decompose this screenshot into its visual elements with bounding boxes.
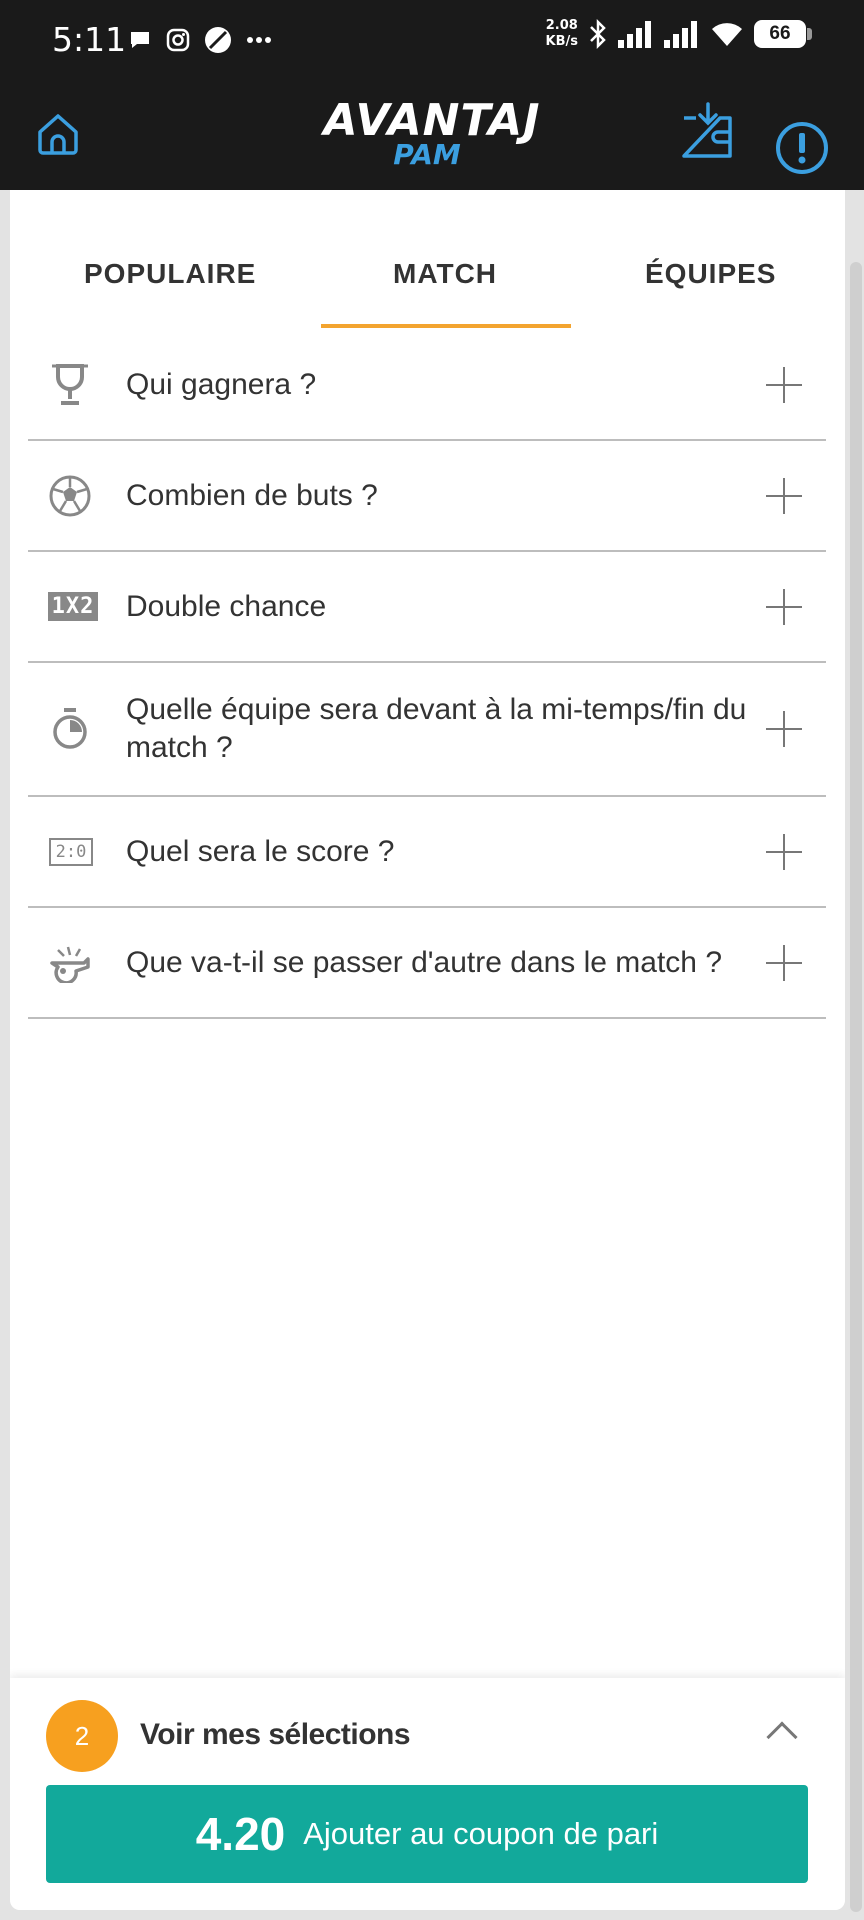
scrollbar[interactable]	[850, 262, 862, 1912]
market-label: Double chance	[126, 589, 327, 623]
stopwatch-icon	[48, 707, 92, 751]
tab-equipes[interactable]: ÉQUIPES	[645, 258, 776, 290]
market-label: Combien de buts ?	[126, 478, 378, 512]
instagram-icon	[166, 28, 190, 52]
add-to-betslip-label: Ajouter au coupon de pari	[303, 1816, 659, 1851]
expand-plus-icon[interactable]	[766, 477, 802, 514]
battery-indicator: 66	[754, 20, 812, 48]
network-speed: 2.08 KB/s	[546, 18, 578, 50]
more-dots-icon	[247, 37, 271, 43]
market-label: Quel sera le score ?	[126, 834, 395, 868]
notification-icons	[128, 26, 272, 54]
market-row-mi-temps-fin[interactable]: Quelle équipe sera devant à la mi-temps/…	[28, 663, 826, 797]
market-label: Quelle équipe sera devant à la mi-temps/…	[126, 693, 747, 764]
app-circle-icon	[205, 27, 231, 53]
total-odds: 4.20	[195, 1808, 286, 1860]
expand-plus-icon[interactable]	[766, 833, 802, 870]
signal-icon-2	[664, 21, 697, 48]
view-selections-link[interactable]: Voir mes sélections	[140, 1718, 411, 1752]
market-row-double-chance[interactable]: 1X2 Double chance	[28, 552, 826, 663]
1x2-icon: 1X2	[47, 585, 99, 629]
network-speed-unit: KB/s	[545, 34, 578, 49]
market-row-qui-gagnera[interactable]: Qui gagnera ?	[28, 330, 826, 441]
chat-bubble-icon	[131, 32, 149, 48]
signal-icon	[618, 21, 651, 48]
whistle-icon	[48, 941, 92, 985]
market-label: Que va-t-il se passer d'autre dans le ma…	[126, 945, 723, 979]
wifi-icon	[712, 23, 742, 46]
status-bar: 5:11 2.08 KB/s 66	[0, 0, 864, 80]
market-row-score[interactable]: 2:0 Quel sera le score ?	[28, 797, 826, 908]
wallet-download-icon[interactable]	[680, 102, 736, 162]
market-list: Qui gagnera ? Combien de buts ? 1X2 Doub…	[28, 330, 826, 1019]
market-card: POPULAIRE MATCH ÉQUIPES Qui gagnera ? Co…	[10, 190, 845, 1910]
market-tabs: POPULAIRE MATCH ÉQUIPES	[10, 190, 845, 330]
tab-match[interactable]: MATCH	[393, 258, 497, 290]
status-right: 2.08 KB/s 66	[546, 18, 812, 50]
expand-plus-icon[interactable]	[766, 366, 802, 403]
scoreboard-icon: 2:0	[48, 830, 94, 874]
info-alert-icon[interactable]	[774, 120, 830, 176]
market-row-autre[interactable]: Que va-t-il se passer d'autre dans le ma…	[28, 908, 826, 1019]
chevron-up-icon[interactable]	[766, 1721, 798, 1753]
trophy-icon	[48, 363, 92, 407]
status-time: 5:11	[52, 20, 127, 59]
bluetooth-icon	[590, 18, 606, 50]
scoreboard-icon-text: 2:0	[48, 837, 94, 866]
market-label: Qui gagnera ?	[126, 367, 317, 401]
1x2-icon-text: 1X2	[47, 592, 99, 621]
expand-plus-icon[interactable]	[766, 588, 802, 625]
selection-count-badge: 2	[46, 1700, 118, 1772]
active-tab-indicator	[321, 324, 571, 328]
market-row-combien-de-buts[interactable]: Combien de buts ?	[28, 441, 826, 552]
bet-slip-bar: 2 Voir mes sélections 4.20 Ajouter au co…	[10, 1678, 845, 1910]
network-speed-value: 2.08	[545, 18, 578, 33]
expand-plus-icon[interactable]	[766, 711, 802, 747]
add-to-betslip-button[interactable]: 4.20 Ajouter au coupon de pari	[46, 1785, 808, 1883]
soccer-ball-icon	[48, 474, 92, 518]
expand-plus-icon[interactable]	[766, 944, 802, 981]
tab-populaire[interactable]: POPULAIRE	[84, 258, 256, 290]
app-header: AVANTAJ PAM	[0, 80, 864, 190]
